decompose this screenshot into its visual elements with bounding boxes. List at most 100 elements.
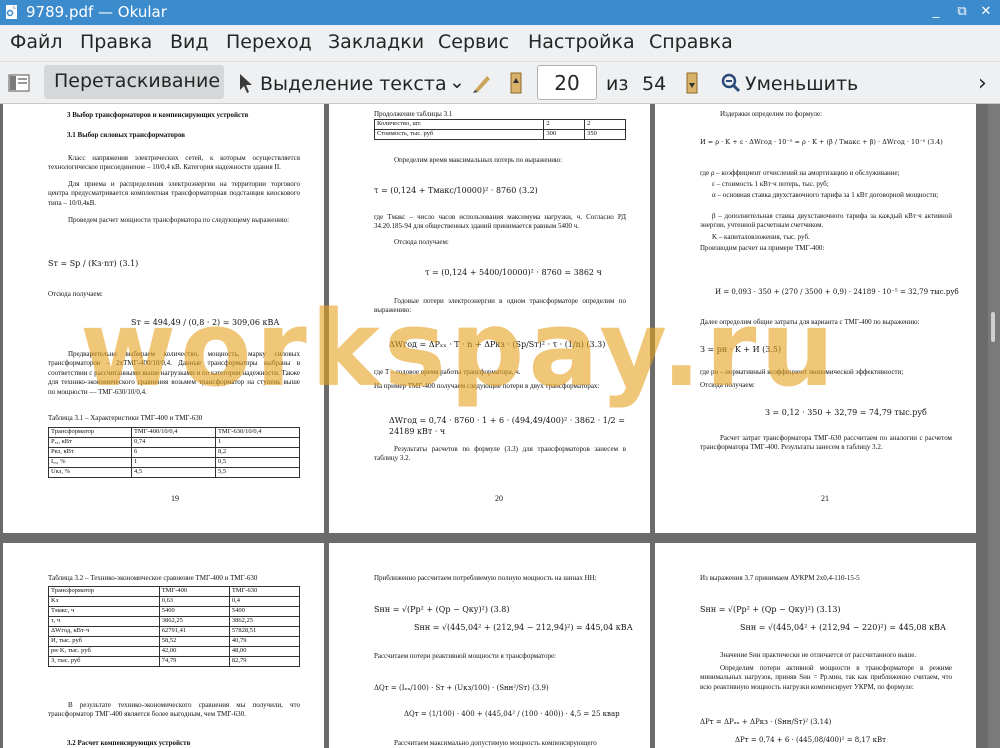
data-table: Трансформатор ТМГ-400 ТМГ-630 Kз 0,63 0,4 Tм… xyxy=(48,586,301,667)
paragraph: Класс напряжения электрических сетей, к … xyxy=(48,154,300,172)
formula: τ = (0,124 + Tмакс/10000)² · 8760 (3.2) xyxy=(374,186,538,195)
table-cell: 3862,25 xyxy=(228,616,301,627)
formula: ΔQт = (1/100) · 400 + (445,04² / (100 · … xyxy=(404,710,620,718)
formula: И = 0,093 · 350 + (270 / 3500 + 0,9) · 2… xyxy=(715,288,959,296)
sidebar-toggle-icon[interactable] xyxy=(8,73,30,93)
table-cell: 300 xyxy=(543,129,586,140)
formula: И = ρ · K + ε · ΔWгод · 10⁻⁵ = ρ · K + (… xyxy=(700,138,943,146)
page-number: 19 xyxy=(171,494,179,503)
table-cell: Uкз, % xyxy=(48,467,132,478)
paragraph: В результате технико-экономического срав… xyxy=(48,701,300,719)
table-cell: τ, ч xyxy=(48,616,160,627)
paragraph: Отсюда получаем: xyxy=(48,290,103,298)
main-toolbar: Перетаскивание Выделение текста ⌄ из 54 … xyxy=(0,62,1000,104)
toolbar-overflow-icon[interactable]: › xyxy=(978,71,987,96)
paragraph: На пример ТМГ-400 получаем следующие пот… xyxy=(374,382,600,390)
table-cell: 74,79 xyxy=(158,656,230,667)
page-20: Продолжение таблицы 3.1 Количество, шт. 2… xyxy=(329,104,650,533)
table-cell: Трансформатор xyxy=(48,427,132,438)
page-21: Издержки определим по формуле: И = ρ · K… xyxy=(655,104,976,533)
menu-help[interactable]: Справка xyxy=(649,31,733,53)
table-cell: 5400 xyxy=(158,606,230,617)
table-caption: Таблица 3.2 – Технико-экономическое срав… xyxy=(48,574,258,582)
table-cell: 350 xyxy=(584,129,626,140)
table-cell: 58,52 xyxy=(158,636,230,647)
page-of-label: из xyxy=(606,73,629,95)
formula: ΔQт = (Iₓₓ/100) · Sт + (Uкз/100) · (Sнн²… xyxy=(374,684,549,692)
paragraph: где T – годовое время работы трансформат… xyxy=(374,368,521,376)
paragraph: ε – стоимость 1 кВт·ч потерь, тыс. руб; xyxy=(712,180,829,188)
formula: ΔPт = 0,74 + 6 · (445,08/400)² = 8,17 кВ… xyxy=(735,736,886,744)
table-cell: И, тыс. руб xyxy=(48,636,160,647)
table-cell: ТМГ-630/10/0,4 xyxy=(214,427,301,438)
vertical-scrollbar[interactable] xyxy=(988,104,1000,748)
paragraph: Отсюда получаем: xyxy=(700,381,755,389)
menu-settings[interactable]: Настройка xyxy=(528,31,635,53)
table-cell: 62791,41 xyxy=(158,626,230,637)
browse-tool-label: Перетаскивание xyxy=(54,70,221,92)
minimize-icon[interactable]: _ xyxy=(926,2,946,22)
table-cell: ΔWгод, кВт·ч xyxy=(48,626,160,637)
table-cell: 40,79 xyxy=(228,636,301,647)
zoom-out-button[interactable]: Уменьшить xyxy=(745,73,858,95)
table-cell: 1 xyxy=(130,457,216,468)
table-cell: 82,79 xyxy=(228,656,301,667)
paragraph: Определим потери активной мощности в тра… xyxy=(700,664,952,691)
annotation-pen-icon[interactable] xyxy=(471,72,493,94)
page-number: 20 xyxy=(495,494,503,503)
table-cell: Kз xyxy=(48,596,160,607)
next-page-icon[interactable] xyxy=(685,71,699,95)
table-cell: ТМГ-400/10/0,4 xyxy=(130,427,216,438)
menu-tools[interactable]: Сервис xyxy=(438,31,509,53)
page-number-input[interactable] xyxy=(537,65,597,100)
table-cell: 4,5 xyxy=(130,467,216,478)
table-cell: Iₓₓ, % xyxy=(48,457,132,468)
formula: Sнн = √(Pр² + (Qр − Qку)²) (3.8) xyxy=(374,605,510,614)
paragraph: Рассчитаем максимально допустимую мощнос… xyxy=(394,739,597,747)
chevron-down-icon[interactable]: ⌄ xyxy=(449,71,465,93)
page-number: 21 xyxy=(821,494,829,503)
text-select-tool-button[interactable]: Выделение текста xyxy=(260,73,447,95)
paragraph: Далее определим общие затраты для вариан… xyxy=(700,318,920,326)
menu-file[interactable]: Файл xyxy=(10,31,63,53)
paragraph: Рассчитаем потери реактивной мощности в … xyxy=(374,652,557,660)
maximize-icon[interactable]: ⧉ xyxy=(952,2,972,22)
table-cell: 0,74 xyxy=(130,437,216,448)
table-cell: 0,4 xyxy=(228,596,301,607)
menu-bar: Файл Правка Вид Переход Закладки Сервис … xyxy=(0,25,1000,62)
document-viewport[interactable]: 3 Выбор трансформаторов и компенсирующих… xyxy=(0,104,1000,748)
table-cell: 5400 xyxy=(228,606,301,617)
table-cell: З, тыс. руб xyxy=(48,656,160,667)
table-caption: Таблица 3.1 – Характеристики ТМГ-400 и Т… xyxy=(48,414,203,422)
paragraph: где ρ – коэффициент отчислений на аморти… xyxy=(700,169,900,177)
close-icon[interactable]: ✕ xyxy=(976,2,996,22)
menu-view[interactable]: Вид xyxy=(170,31,209,53)
paragraph: Производим расчет на примере ТМГ-400: xyxy=(700,244,825,252)
formula: Sнн = √(Pр² + (Qр − Qку)²) (3.13) xyxy=(700,605,841,614)
data-table: Количество, шт. 2 2 Стоимость, тыс. руб 300… xyxy=(373,119,626,140)
previous-page-icon[interactable] xyxy=(509,71,523,95)
subsection-heading: 3.1 Выбор силовых трансформаторов xyxy=(67,131,186,139)
table-cell: Pкз, кВт xyxy=(48,447,132,458)
menu-go[interactable]: Переход xyxy=(226,31,312,53)
table-cell: 0,5 xyxy=(214,457,301,468)
formula: Sт = Sр / (Kз·nт) (3.1) xyxy=(48,259,139,268)
table-cell: 2 xyxy=(584,119,626,130)
paragraph: Годовые потери электроэнергии в одном тр… xyxy=(374,297,626,315)
browse-tool-button[interactable]: Перетаскивание xyxy=(44,65,224,99)
formula: ΔWгод = ΔPₓₓ · T · n + ΔPкз · (Sр/Sт)² ·… xyxy=(389,340,606,349)
section-heading: 3 Выбор трансформаторов и компенсирующих… xyxy=(67,111,249,119)
scrollbar-thumb[interactable] xyxy=(991,312,995,342)
menu-edit[interactable]: Правка xyxy=(80,31,152,53)
formula: З = pн · K + И (3.5) xyxy=(700,345,782,354)
paragraph: Результаты расчетов по формуле (3.3) для… xyxy=(374,445,626,463)
menu-bookmarks[interactable]: Закладки xyxy=(328,31,424,53)
formula: τ = (0,124 + 5400/10000)² · 8760 = 3862 … xyxy=(425,268,602,277)
paragraph: Предварительно выбираем количество, мощн… xyxy=(48,350,300,396)
page-19: 3 Выбор трансформаторов и компенсирующих… xyxy=(3,104,324,533)
formula: Sнн = √(445,04² + (212,94 − 212,94)²) = … xyxy=(414,623,633,632)
paragraph: Отсюда получаем: xyxy=(394,238,449,246)
table-cell: Pₓₓ, кВт xyxy=(48,437,132,448)
paragraph: Из выражения 3.7 принимаем АУКРМ 2х0,4-1… xyxy=(700,574,860,582)
page-22: Таблица 3.2 – Технико-экономическое срав… xyxy=(3,543,324,748)
